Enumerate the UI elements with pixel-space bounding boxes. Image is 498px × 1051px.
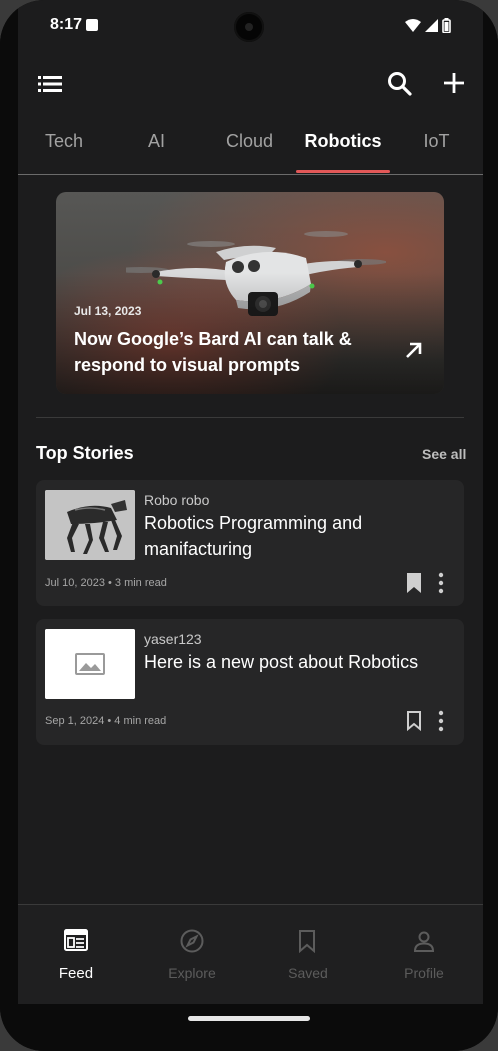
nav-profile[interactable]: Profile (366, 905, 482, 1005)
story-meta: Sep 1, 2024 • 4 min read (45, 715, 167, 727)
featured-date: Jul 13, 2023 (74, 304, 142, 318)
story-title: Here is a new post about Robotics (144, 652, 419, 672)
person-icon (412, 929, 436, 958)
feed-icon (64, 929, 88, 956)
tab-cloud[interactable]: Cloud (203, 131, 296, 152)
nav-feed[interactable]: Feed (18, 905, 134, 1005)
nav-label: Profile (404, 965, 444, 981)
system-icons (405, 18, 451, 33)
menu-icon[interactable] (38, 75, 62, 98)
compass-icon (180, 929, 204, 958)
app-bar (18, 60, 483, 110)
more-options-icon[interactable] (437, 572, 445, 599)
story-thumbnail (45, 490, 135, 560)
phone-frame: 8:17 Tech AI Cloud Robotics IoT Jul 13, … (0, 0, 498, 1051)
notification-icon (86, 19, 98, 31)
open-arrow-icon[interactable] (404, 340, 424, 365)
robot-dog-image (45, 490, 135, 560)
more-options-icon[interactable] (437, 710, 445, 737)
status-bar: 8:17 (18, 0, 483, 55)
nav-explore[interactable]: Explore (134, 905, 250, 1005)
tab-ai[interactable]: AI (110, 131, 203, 152)
story-title: Robotics Programming and manifacturing (144, 513, 363, 559)
search-icon[interactable] (387, 71, 413, 102)
app-screen: 8:17 Tech AI Cloud Robotics IoT Jul 13, … (18, 0, 483, 1051)
category-tabs: Tech AI Cloud Robotics IoT (18, 120, 483, 175)
story-card[interactable]: Robo robo Robotics Programming and manif… (36, 480, 464, 606)
active-tab-indicator (296, 170, 390, 173)
story-meta: Jul 10, 2023 • 3 min read (45, 577, 167, 589)
divider (36, 417, 464, 418)
home-indicator[interactable] (188, 1016, 310, 1021)
status-time: 8:17 (50, 16, 83, 33)
story-thumbnail (45, 629, 135, 699)
featured-story-card[interactable]: Jul 13, 2023 Now Google’s Bard AI can ta… (56, 192, 444, 394)
front-camera (234, 12, 264, 42)
see-all-link[interactable]: See all (422, 446, 466, 462)
nav-label: Explore (168, 965, 216, 981)
section-title: Top Stories (36, 443, 134, 463)
bookmark-outline-icon[interactable] (405, 710, 423, 737)
bookmark-icon (296, 929, 318, 958)
story-author: yaser123 (144, 631, 202, 647)
signal-icon (425, 19, 438, 32)
nav-saved[interactable]: Saved (250, 905, 366, 1005)
tab-robotics[interactable]: Robotics (296, 131, 390, 152)
featured-title: Now Google’s Bard AI can talk & respond … (74, 329, 352, 375)
tab-iot[interactable]: IoT (390, 131, 483, 152)
story-card[interactable]: yaser123 Here is a new post about Roboti… (36, 619, 464, 745)
gesture-bar-area (18, 1004, 483, 1051)
tab-tech[interactable]: Tech (18, 131, 110, 152)
battery-icon (442, 18, 451, 33)
story-author: Robo robo (144, 492, 210, 508)
bottom-navigation: Feed Explore Saved Profile (18, 904, 483, 1005)
nav-label: Saved (288, 965, 328, 981)
image-placeholder-icon (45, 629, 135, 699)
add-icon[interactable] (443, 72, 465, 99)
wifi-icon (405, 19, 421, 32)
bookmark-filled-icon[interactable] (405, 572, 423, 599)
nav-label: Feed (58, 965, 94, 982)
